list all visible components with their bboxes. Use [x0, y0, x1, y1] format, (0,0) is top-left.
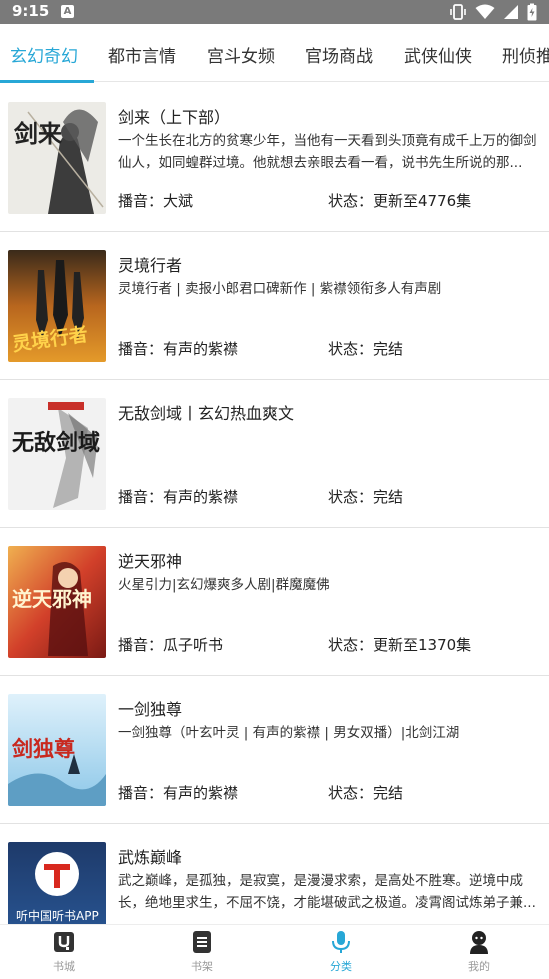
notification-icon: A [61, 5, 74, 18]
tab-wuxia[interactable]: 武侠仙侠 [404, 42, 472, 67]
book-desc: 灵境行者 | 卖报小郎君口碑新作 | 紫襟领衔多人有声剧 [118, 281, 442, 297]
book-desc: 一剑独尊（叶玄叶灵 | 有声的紫襟 | 男女双播）|北剑江湖 [118, 725, 460, 741]
book-title: 逆天邪神 [118, 552, 183, 571]
book-state: 状态：更新至1370集 [328, 636, 472, 654]
book-narrator: 播音：有声的紫襟 [118, 488, 239, 506]
cover-title: 剑来 [13, 119, 63, 148]
book-title: 武炼巅峰 [118, 848, 183, 867]
cover-title: 逆天邪神 [12, 587, 92, 611]
tab-gongdou[interactable]: 宫斗女频 [207, 42, 275, 67]
status-bar: 9:15 A [0, 0, 549, 24]
status-time: 9:15 [12, 2, 50, 20]
book-title: 剑来（上下部） [118, 108, 231, 127]
book-title: 一剑独尊 [118, 700, 183, 719]
book-cover: 灵境行者 [8, 250, 106, 362]
cover-title: 无敌剑域 [12, 430, 100, 456]
book-list[interactable]: 剑来 剑来（上下部） 一个生长在北方的贫寒少年，当他有一天看到头顶竟有成千上万的… [0, 84, 549, 924]
cover-title: 剑独尊 [11, 737, 75, 761]
book-item-jianlai[interactable]: 剑来 剑来（上下部） 一个生长在北方的贫寒少年，当他有一天看到头顶竟有成千上万的… [0, 84, 549, 232]
book-item-yijian[interactable]: 剑独尊 一剑独尊 一剑独尊（叶玄叶灵 | 有声的紫襟 | 男女双播）|北剑江湖 … [0, 676, 549, 824]
signal-icon [504, 5, 518, 19]
book-cover: 无敌剑域 [8, 398, 106, 510]
tab-dushi[interactable]: 都市言情 [108, 42, 176, 67]
store-icon [54, 932, 74, 952]
book-state: 状态：完结 [328, 784, 404, 802]
book-narrator: 播音：瓜子听书 [118, 636, 224, 654]
book-state: 状态：更新至4776集 [328, 192, 472, 210]
book-narrator: 播音：有声的紫襟 [118, 784, 239, 802]
bookshelf-icon [193, 931, 211, 953]
book-item-wulian[interactable]: 听中国听书APP 武炼巅峰 武之巅峰，是孤独，是寂寞，是漫漫求索，是高处不胜寒。… [0, 824, 549, 924]
cover-title: 听中国听书APP [16, 908, 99, 923]
book-cover: 剑独尊 [8, 694, 106, 806]
book-desc: 一个生长在北方的贫寒少年，当他有一天看到头顶竟有成千上万的御剑仙人，如同蝗群过境… [118, 133, 537, 171]
book-item-wudi[interactable]: 无敌剑域 无敌剑域丨玄幻热血爽文 播音：有声的紫襟 状态：完结 [0, 380, 549, 528]
nav-label: 书架 [191, 960, 213, 973]
book-title: 无敌剑域丨玄幻热血爽文 [118, 404, 295, 423]
book-cover: 听中国听书APP [8, 842, 106, 924]
book-desc: 武之巅峰，是孤独，是寂寞，是漫漫求索，是高处不胜寒。逆境中成长，绝地里求生，不屈… [118, 873, 536, 911]
nav-store[interactable]: 书城 [34, 925, 94, 979]
tab-xingzhen[interactable]: 刑侦推 [502, 42, 549, 67]
nav-label: 我的 [468, 960, 490, 973]
nav-bookshelf[interactable]: 书架 [172, 925, 232, 979]
nav-category[interactable]: 分类 [311, 925, 371, 979]
wifi-icon [475, 4, 495, 19]
book-narrator: 播音：有声的紫襟 [118, 340, 239, 358]
book-item-lingjing[interactable]: 灵境行者 灵境行者 灵境行者 | 卖报小郎君口碑新作 | 紫襟领衔多人有声剧 播… [0, 232, 549, 380]
book-desc: 火星引力|玄幻爆爽多人剧|群魔魔佛 [118, 577, 330, 593]
book-title: 灵境行者 [118, 256, 183, 275]
profile-icon [470, 931, 488, 954]
active-tab-indicator [0, 80, 94, 83]
book-narrator: 播音：大斌 [118, 192, 194, 210]
bottom-nav: 书城 书架 分类 我的 [0, 924, 549, 979]
nav-profile[interactable]: 我的 [449, 925, 509, 979]
battery-icon [527, 3, 537, 21]
nav-label: 书城 [53, 960, 75, 973]
nav-label: 分类 [330, 960, 352, 973]
microphone-icon [332, 931, 350, 953]
vibrate-icon [450, 4, 466, 20]
book-item-nitian[interactable]: 逆天邪神 逆天邪神 火星引力|玄幻爆爽多人剧|群魔魔佛 播音：瓜子听书 状态：更… [0, 528, 549, 676]
book-state: 状态：完结 [328, 340, 404, 358]
tab-guanchang[interactable]: 官场商战 [305, 42, 373, 67]
status-icons [449, 2, 537, 22]
category-tab-bar: 玄幻奇幻 都市言情 宫斗女频 官场商战 武侠仙侠 刑侦推 [0, 24, 549, 82]
book-state: 状态：完结 [328, 488, 404, 506]
book-cover: 逆天邪神 [8, 546, 106, 658]
tab-xuanhuan[interactable]: 玄幻奇幻 [10, 42, 78, 67]
book-cover: 剑来 [8, 102, 106, 214]
